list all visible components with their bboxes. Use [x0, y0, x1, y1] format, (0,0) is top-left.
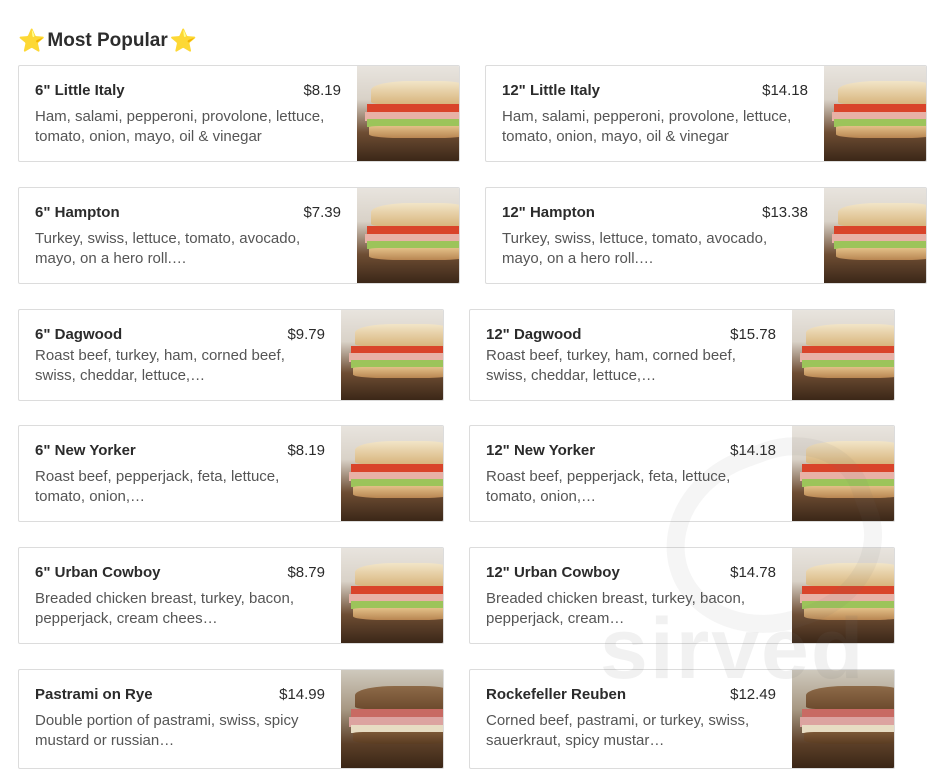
- menu-item-price: $8.79: [287, 564, 325, 581]
- menu-item-description: Double portion of pastrami, swiss, spicy…: [35, 712, 299, 749]
- sandwich-image: [341, 670, 443, 768]
- menu-item-card[interactable]: 12" Dagwood $15.78 Roast beef, turkey, h…: [469, 309, 895, 401]
- menu-item-info: 12" Hampton $13.38 Turkey, swiss, lettuc…: [502, 188, 808, 283]
- section-title: ⭐ Most Popular ⭐: [18, 26, 197, 56]
- menu-item-price: $14.18: [730, 442, 776, 459]
- menu-item-info: 12" New Yorker $14.18 Roast beef, pepper…: [486, 426, 776, 521]
- menu-item-description: Roast beef, turkey, ham, corned beef, sw…: [486, 347, 736, 384]
- menu-item-description: Ham, salami, pepperoni, provolone, lettu…: [502, 108, 792, 145]
- menu-item-info: 12" Little Italy $14.18 Ham, salami, pep…: [502, 66, 808, 161]
- menu-item-info: 6" New Yorker $8.19 Roast beef, pepperja…: [35, 426, 325, 521]
- menu-item-description: Breaded chicken breast, turkey, bacon, p…: [35, 590, 295, 627]
- menu-item-price: $7.39: [303, 204, 341, 221]
- menu-item-description: Roast beef, pepperjack, feta, lettuce, t…: [35, 468, 280, 505]
- menu-item-price: $8.19: [287, 442, 325, 459]
- menu-item-card[interactable]: 6" New Yorker $8.19 Roast beef, pepperja…: [18, 425, 444, 522]
- menu-item-description: Ham, salami, pepperoni, provolone, lettu…: [35, 108, 325, 145]
- menu-item-name: 12" Little Italy: [502, 82, 600, 99]
- menu-item-name: 6" Little Italy: [35, 82, 125, 99]
- menu-item-name: 6" Urban Cowboy: [35, 564, 161, 581]
- section-title-label: Most Popular: [47, 30, 168, 51]
- menu-item-info: Rockefeller Reuben $12.49 Corned beef, p…: [486, 670, 776, 768]
- menu-item-description: Breaded chicken breast, turkey, bacon, p…: [486, 590, 746, 627]
- menu-item-description: Roast beef, pepperjack, feta, lettuce, t…: [486, 468, 731, 505]
- menu-item-card[interactable]: 12" Hampton $13.38 Turkey, swiss, lettuc…: [485, 187, 927, 284]
- sandwich-image: [792, 670, 894, 768]
- menu-item-card[interactable]: 6" Dagwood $9.79 Roast beef, turkey, ham…: [18, 309, 444, 401]
- menu-item-name: 12" New Yorker: [486, 442, 596, 459]
- menu-item-name: 12" Hampton: [502, 204, 595, 221]
- menu-item-name: 12" Urban Cowboy: [486, 564, 620, 581]
- sandwich-image: [341, 548, 443, 643]
- menu-item-card[interactable]: 6" Urban Cowboy $8.79 Breaded chicken br…: [18, 547, 444, 644]
- menu-item-name: 6" New Yorker: [35, 442, 136, 459]
- menu-item-info: 12" Urban Cowboy $14.78 Breaded chicken …: [486, 548, 776, 643]
- menu-item-card[interactable]: 12" New Yorker $14.18 Roast beef, pepper…: [469, 425, 895, 522]
- sandwich-image: [792, 310, 894, 400]
- menu-item-description: Turkey, swiss, lettuce, tomato, avocado,…: [502, 230, 768, 267]
- menu-item-info: 6" Dagwood $9.79 Roast beef, turkey, ham…: [35, 310, 325, 400]
- menu-item-name: 6" Hampton: [35, 204, 120, 221]
- menu-item-info: Pastrami on Rye $14.99 Double portion of…: [35, 670, 325, 768]
- menu-item-card[interactable]: 12" Little Italy $14.18 Ham, salami, pep…: [485, 65, 927, 162]
- sandwich-image: [341, 310, 443, 400]
- menu-item-card[interactable]: Pastrami on Rye $14.99 Double portion of…: [18, 669, 444, 769]
- menu-item-card[interactable]: Rockefeller Reuben $12.49 Corned beef, p…: [469, 669, 895, 769]
- sandwich-image: [824, 188, 926, 283]
- sandwich-image: [341, 426, 443, 521]
- menu-item-info: 6" Little Italy $8.19 Ham, salami, peppe…: [35, 66, 341, 161]
- menu-item-price: $14.99: [279, 686, 325, 703]
- menu-item-description: Roast beef, turkey, ham, corned beef, sw…: [35, 347, 285, 384]
- menu-item-info: 6" Urban Cowboy $8.79 Breaded chicken br…: [35, 548, 325, 643]
- menu-item-card[interactable]: 12" Urban Cowboy $14.78 Breaded chicken …: [469, 547, 895, 644]
- menu-item-info: 12" Dagwood $15.78 Roast beef, turkey, h…: [486, 310, 776, 400]
- menu-item-info: 6" Hampton $7.39 Turkey, swiss, lettuce,…: [35, 188, 341, 283]
- menu-item-price: $8.19: [303, 82, 341, 99]
- sandwich-image: [824, 66, 926, 161]
- menu-item-price: $14.78: [730, 564, 776, 581]
- sandwich-image: [357, 188, 459, 283]
- menu-item-name: Rockefeller Reuben: [486, 686, 627, 703]
- menu-item-price: $15.78: [730, 326, 776, 343]
- menu-item-description: Corned beef, pastrami, or turkey, swiss,…: [486, 712, 750, 749]
- star-icon: ⭐: [18, 28, 46, 53]
- menu-item-price: $12.49: [730, 686, 776, 703]
- menu-item-card[interactable]: 6" Little Italy $8.19 Ham, salami, peppe…: [18, 65, 460, 162]
- sandwich-image: [792, 548, 894, 643]
- menu-item-price: $14.18: [762, 82, 808, 99]
- menu-item-name: 12" Dagwood: [486, 326, 582, 343]
- menu-item-description: Turkey, swiss, lettuce, tomato, avocado,…: [35, 230, 301, 267]
- menu-item-name: 6" Dagwood: [35, 326, 123, 343]
- menu-item-card[interactable]: 6" Hampton $7.39 Turkey, swiss, lettuce,…: [18, 187, 460, 284]
- menu-item-price: $9.79: [287, 326, 325, 343]
- menu-item-price: $13.38: [762, 204, 808, 221]
- menu-item-name: Pastrami on Rye: [35, 686, 153, 703]
- sandwich-image: [792, 426, 894, 521]
- sandwich-image: [357, 66, 459, 161]
- star-icon: ⭐: [169, 28, 198, 53]
